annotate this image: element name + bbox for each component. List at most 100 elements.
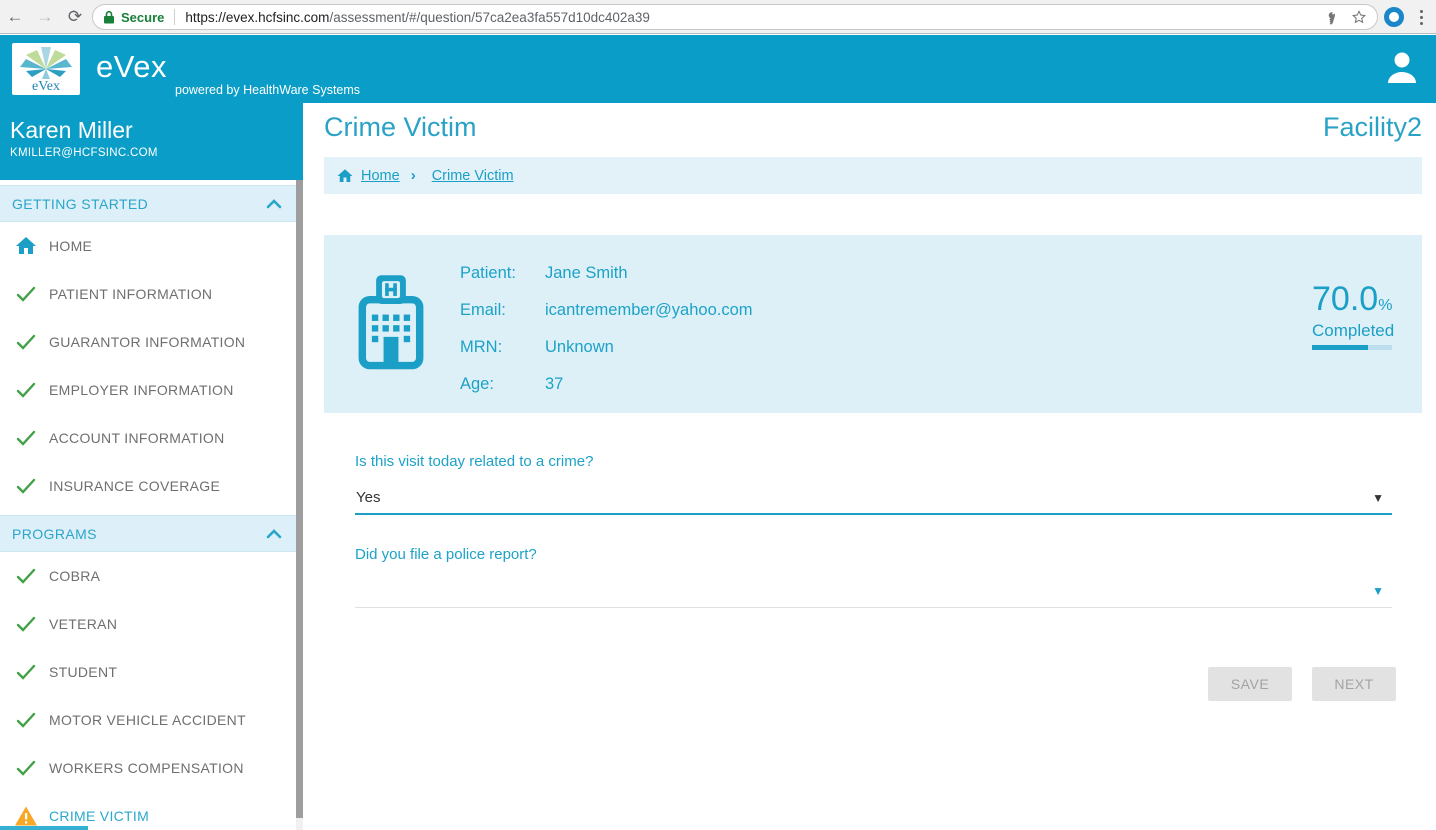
sidebar-item-account-information[interactable]: ACCOUNT INFORMATION — [0, 414, 296, 462]
question-police-report-label: Did you file a police report? — [355, 546, 537, 563]
check-icon — [16, 334, 36, 350]
sidebar-item-insurance-coverage[interactable]: INSURANCE COVERAGE — [0, 462, 296, 510]
sidebar-item-label: ACCOUNT INFORMATION — [49, 430, 225, 446]
crime-related-select[interactable]: Yes ▼ — [355, 485, 1392, 515]
dropdown-caret-icon: ▼ — [1372, 491, 1384, 505]
page: ← → ⟳ Secure https://evex.hcfsinc.com/as… — [0, 0, 1436, 830]
patient-fields: Patient: Jane Smith Email: icantremember… — [460, 255, 753, 403]
next-button[interactable]: NEXT — [1312, 667, 1396, 701]
back-icon[interactable]: ← — [0, 7, 30, 27]
address-bar[interactable]: Secure https://evex.hcfsinc.com/assessme… — [92, 4, 1378, 30]
field-label: Age: — [460, 375, 494, 393]
chevron-up-icon — [266, 528, 282, 538]
question-crime-label: Is this visit today related to a crime? — [355, 453, 594, 470]
forward-icon[interactable]: → — [30, 7, 60, 27]
check-icon — [16, 478, 36, 494]
completion-percent: 70.0% — [1312, 280, 1393, 318]
url-text: https://evex.hcfsinc.com/assessment/#/qu… — [185, 10, 650, 25]
user-account-icon[interactable] — [1382, 47, 1422, 87]
sidebar-item-label: WORKERS COMPENSATION — [49, 760, 244, 776]
logo-word: eVex — [32, 79, 60, 94]
sidebar-item-home[interactable]: HOME — [0, 222, 296, 270]
bookmark-star-icon[interactable] — [1351, 9, 1367, 25]
padlock-icon — [104, 10, 114, 24]
sidebar-item-guarantor-information[interactable]: GUARANTOR INFORMATION — [0, 318, 296, 366]
breadcrumb-current-link[interactable]: Crime Victim — [432, 168, 514, 184]
section-label: PROGRAMS — [12, 525, 97, 542]
sidebar-item-label: STUDENT — [49, 664, 118, 680]
check-icon — [16, 760, 36, 776]
sidebar: Karen Miller KMILLER@HCFSINC.COM GETTING… — [0, 103, 303, 830]
security-indicator[interactable]: Secure — [103, 10, 164, 25]
sidebar-item-patient-information[interactable]: PATIENT INFORMATION — [0, 270, 296, 318]
save-button[interactable]: SAVE — [1208, 667, 1292, 701]
check-icon — [16, 712, 36, 728]
browser-toolbar: ← → ⟳ Secure https://evex.hcfsinc.com/as… — [0, 0, 1436, 34]
url-path: /assessment/#/question/57ca2ea3fa557d10d… — [329, 9, 650, 25]
field-label: MRN: — [460, 338, 503, 356]
sidebar-item-label: CRIME VICTIM — [49, 808, 150, 824]
browser-extension-icon[interactable] — [1384, 7, 1404, 27]
home-icon — [16, 237, 36, 254]
section-label: GETTING STARTED — [12, 195, 149, 212]
check-icon — [16, 616, 36, 632]
breadcrumb: Home › Crime Victim — [324, 157, 1422, 194]
sidebar-scrollbar-thumb[interactable] — [296, 180, 303, 818]
patient-field-row: Age: 37 — [460, 366, 753, 403]
url-domain: https://evex.hcfsinc.com — [185, 9, 330, 25]
sidebar-user-block: Karen Miller KMILLER@HCFSINC.COM — [0, 103, 303, 180]
page-title: Crime Victim — [324, 112, 477, 142]
chevron-up-icon — [266, 198, 282, 208]
browser-menu-icon[interactable] — [1412, 7, 1430, 27]
home-icon — [337, 168, 353, 182]
check-icon — [16, 664, 36, 680]
app-header: eVex eVex powered by HealthWare Systems — [0, 35, 1436, 103]
user-email: KMILLER@HCFSINC.COM — [10, 147, 158, 159]
section-getting-started[interactable]: GETTING STARTED — [0, 185, 296, 222]
field-value: icantremember@yahoo.com — [545, 301, 753, 319]
check-icon — [16, 568, 36, 584]
patient-summary-card: Patient: Jane Smith Email: icantremember… — [324, 235, 1422, 413]
patient-field-row: Patient: Jane Smith — [460, 255, 753, 292]
completed-label: Completed — [1312, 321, 1395, 340]
field-label: Email: — [460, 301, 506, 319]
check-icon — [16, 286, 36, 302]
omnibox-divider — [174, 9, 176, 25]
sidebar-item-workers-compensation[interactable]: WORKERS COMPENSATION — [0, 744, 296, 792]
sidebar-item-label: INSURANCE COVERAGE — [49, 478, 221, 494]
breadcrumb-home-link[interactable]: Home — [361, 168, 400, 184]
sidebar-item-crime-victim[interactable]: CRIME VICTIM — [0, 792, 296, 830]
patient-field-row: MRN: Unknown — [460, 329, 753, 366]
main-content: Crime Victim Facility2 Home › Crime Vict… — [303, 103, 1436, 830]
progress-fill — [1312, 345, 1368, 350]
sidebar-scrollbar-track[interactable] — [296, 180, 303, 830]
sidebar-item-label: GUARANTOR INFORMATION — [49, 334, 246, 350]
hospital-icon — [358, 275, 424, 370]
dropdown-caret-icon: ▼ — [1372, 584, 1384, 598]
field-value: Unknown — [545, 338, 614, 356]
product-tagline: powered by HealthWare Systems — [175, 83, 361, 97]
patient-field-row: Email: icantremember@yahoo.com — [460, 292, 753, 329]
field-value: Jane Smith — [545, 264, 628, 282]
sidebar-item-veteran[interactable]: VETERAN — [0, 600, 296, 648]
sidebar-item-label: EMPLOYER INFORMATION — [49, 382, 234, 398]
key-icon[interactable] — [1326, 10, 1341, 25]
section-programs[interactable]: PROGRAMS — [0, 515, 296, 552]
evex-logo: eVex — [12, 43, 80, 95]
sidebar-item-cobra[interactable]: COBRA — [0, 552, 296, 600]
sidebar-item-student[interactable]: STUDENT — [0, 648, 296, 696]
sidebar-item-motor-vehicle-accident[interactable]: MOTOR VEHICLE ACCIDENT — [0, 696, 296, 744]
sidebar-item-label: MOTOR VEHICLE ACCIDENT — [49, 712, 246, 728]
check-icon — [16, 382, 36, 398]
sidebar-item-label: COBRA — [49, 568, 101, 584]
secure-label: Secure — [121, 9, 165, 25]
sidebar-item-label: VETERAN — [49, 616, 118, 632]
field-label: Patient: — [460, 264, 516, 282]
breadcrumb-chevron-icon: › — [410, 167, 416, 184]
refresh-icon[interactable]: ⟳ — [60, 7, 90, 27]
sidebar-item-label: HOME — [49, 238, 93, 254]
sidebar-item-label: PATIENT INFORMATION — [49, 286, 213, 302]
police-report-select[interactable]: ▼ — [355, 578, 1392, 608]
sidebar-item-employer-information[interactable]: EMPLOYER INFORMATION — [0, 366, 296, 414]
sidebar-partial-next-element — [0, 826, 88, 830]
